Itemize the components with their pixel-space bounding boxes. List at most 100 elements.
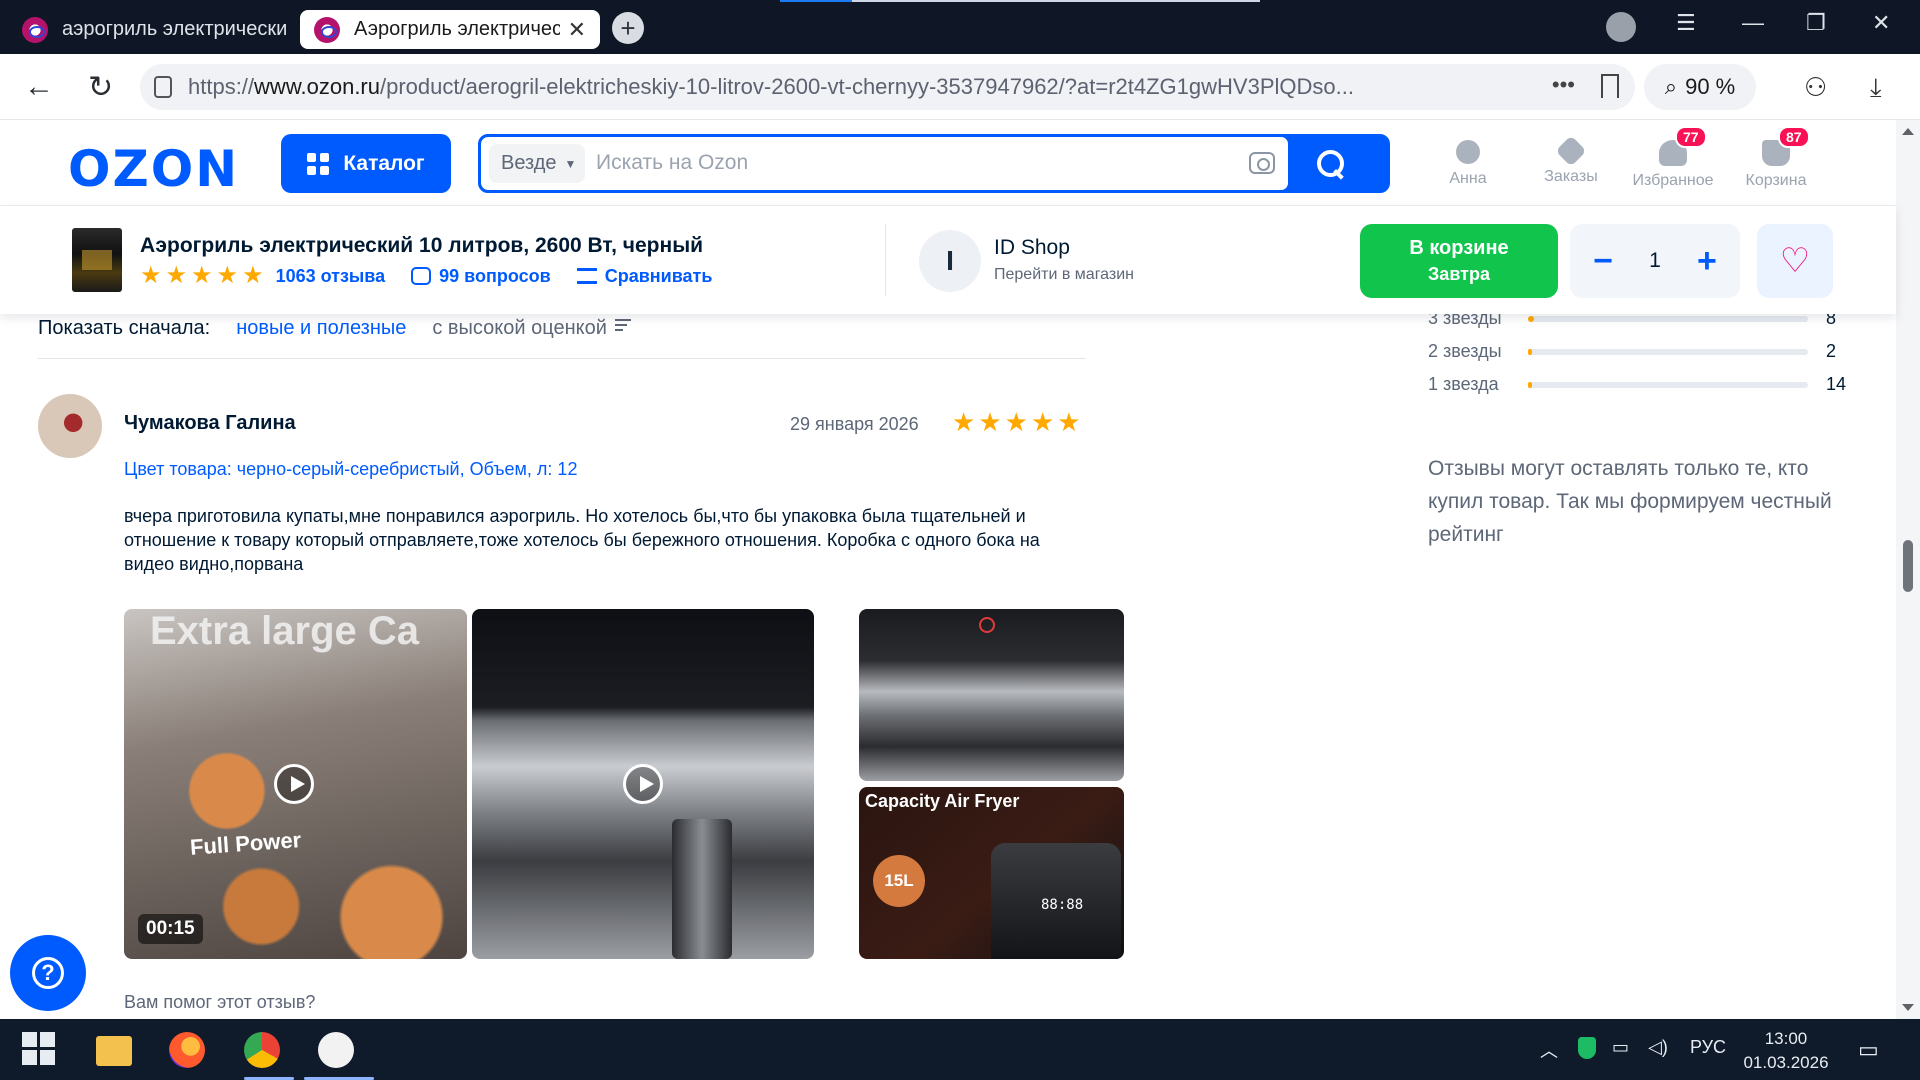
tab-label: аэрогриль электрический bbox=[62, 18, 286, 40]
search-scope-dropdown[interactable]: Везде ▼ bbox=[489, 144, 585, 183]
close-window-icon[interactable]: ✕ bbox=[1872, 10, 1890, 36]
quantity-stepper: − 1 + bbox=[1570, 224, 1740, 298]
clock[interactable]: 13:00 01.03.2026 bbox=[1738, 1027, 1834, 1075]
url-text: https://www.ozon.ru/product/aerogril-ele… bbox=[188, 74, 1354, 99]
catalog-button[interactable]: Каталог bbox=[281, 134, 451, 193]
review-variant[interactable]: Цвет товара: черно-серый-серебристый, Об… bbox=[124, 459, 577, 480]
language-indicator[interactable]: РУС bbox=[1690, 1037, 1726, 1058]
yandex-browser-icon[interactable] bbox=[318, 1032, 354, 1068]
sticky-product-bar: Аэрогриль электрический 10 литров, 2600 … bbox=[0, 206, 1896, 314]
tab-product[interactable]: Аэрогриль электричес ✕ bbox=[300, 10, 600, 49]
review-author: Чумакова Галина bbox=[124, 412, 296, 434]
increase-button[interactable]: + bbox=[1687, 242, 1727, 281]
search-placeholder: Искать на Ozon bbox=[596, 151, 749, 174]
header-favorites[interactable]: 77 Избранное bbox=[1618, 126, 1728, 190]
extensions-icon[interactable]: ⚇ bbox=[1804, 72, 1827, 103]
helpful-question: Вам помог этот отзыв? bbox=[124, 992, 316, 1012]
address-bar: ← ↻ https://www.ozon.ru/product/aerogril… bbox=[0, 54, 1920, 120]
network-icon[interactable]: ▭ bbox=[1612, 1037, 1629, 1058]
more-icon[interactable]: ••• bbox=[1552, 72, 1575, 98]
review-video-1[interactable]: Extra large Ca Full Power 00:15 bbox=[124, 609, 467, 959]
scroll-up-icon[interactable] bbox=[1902, 128, 1914, 135]
menu-icon[interactable]: ☰ bbox=[1676, 10, 1696, 36]
quantity-value: 1 bbox=[1649, 249, 1661, 272]
star-icon: ★ bbox=[216, 262, 239, 289]
review-photo-2[interactable]: Capacity Air Fryer 15L 88:88 bbox=[859, 787, 1124, 959]
star-icon: ★ bbox=[242, 262, 264, 289]
taskbar: ︿ ▭ ◁) РУС 13:00 01.03.2026 ▭ bbox=[0, 1019, 1920, 1080]
media-detail bbox=[672, 819, 732, 959]
browser-tab-strip: аэрогриль электрический Аэрогриль электр… bbox=[0, 0, 1920, 54]
review-text: вчера приготовила купаты,мне понравился … bbox=[124, 506, 1040, 574]
sort-new-useful[interactable]: новые и полезные bbox=[236, 317, 406, 340]
header-cart[interactable]: 87 Корзина bbox=[1721, 126, 1831, 190]
star-icon: ★ bbox=[1004, 407, 1028, 437]
in-cart-button[interactable]: В корзине Завтра bbox=[1360, 224, 1558, 298]
header-orders[interactable]: Заказы bbox=[1516, 135, 1626, 186]
review-video-2[interactable] bbox=[472, 609, 814, 959]
play-icon[interactable] bbox=[623, 764, 663, 804]
tab-label: Аэрогриль электричес bbox=[354, 18, 560, 40]
favorite-button[interactable]: ♡ bbox=[1757, 224, 1833, 298]
bookmark-icon[interactable] bbox=[1601, 74, 1619, 98]
review-date: 29 января 2026 bbox=[790, 414, 919, 434]
camera-search-icon[interactable] bbox=[1249, 152, 1275, 174]
sort-high-rating[interactable]: с высокой оценкой bbox=[432, 316, 631, 340]
url-field[interactable]: https://www.ozon.ru/product/aerogril-ele… bbox=[140, 64, 1635, 110]
minimize-icon[interactable]: — bbox=[1742, 10, 1764, 36]
review-photo-1[interactable] bbox=[859, 609, 1124, 781]
ozon-favicon-icon bbox=[22, 16, 48, 43]
compare-link[interactable]: Сравнивать bbox=[605, 266, 713, 287]
product-title: Аэрогриль электрический 10 литров, 2600 … bbox=[140, 234, 704, 257]
site-info-icon[interactable] bbox=[154, 76, 172, 98]
reviews-link[interactable]: 1063 отзыва bbox=[276, 266, 386, 287]
scroll-down-icon[interactable] bbox=[1902, 1004, 1914, 1011]
profile-avatar[interactable] bbox=[1606, 12, 1636, 42]
windows-start-icon[interactable] bbox=[22, 1032, 58, 1068]
chrome-icon[interactable] bbox=[244, 1032, 280, 1068]
reload-icon[interactable]: ↻ bbox=[88, 70, 113, 105]
star-icon: ★ bbox=[191, 262, 213, 289]
download-icon[interactable]: ⤓ bbox=[1870, 72, 1882, 104]
site-header: OZON Каталог Везде ▼ Искать на Ozon Анна … bbox=[0, 120, 1896, 206]
scrollbar[interactable] bbox=[1896, 120, 1920, 1019]
questions-link[interactable]: 99 вопросов bbox=[439, 266, 551, 287]
header-user[interactable]: Анна bbox=[1413, 140, 1523, 188]
shop-name[interactable]: ID Shop bbox=[994, 236, 1070, 260]
decrease-button[interactable]: − bbox=[1583, 242, 1623, 281]
video-duration: 00:15 bbox=[138, 914, 203, 944]
rating-row[interactable]: 1 звезда 14 bbox=[1428, 374, 1846, 395]
tab-search[interactable]: аэрогриль электрический bbox=[8, 10, 300, 49]
zoom-button[interactable]: ⌕ 90 % bbox=[1644, 64, 1756, 110]
compare-icon bbox=[576, 268, 597, 284]
file-explorer-icon[interactable] bbox=[96, 1036, 132, 1066]
scroll-thumb[interactable] bbox=[1903, 540, 1913, 592]
security-shield-icon[interactable] bbox=[1578, 1037, 1596, 1059]
loading-progress bbox=[780, 0, 1260, 2]
product-thumbnail[interactable] bbox=[72, 228, 122, 292]
firefox-icon[interactable] bbox=[169, 1032, 205, 1068]
divider bbox=[38, 358, 1086, 359]
rating-row[interactable]: 2 звезды 2 bbox=[1428, 341, 1836, 362]
help-button[interactable]: ? bbox=[10, 935, 86, 1011]
rating-bar bbox=[1528, 381, 1808, 388]
rating-bar bbox=[1528, 315, 1808, 322]
search-input[interactable]: Везде ▼ Искать на Ozon bbox=[481, 137, 1288, 190]
media-text: Full Power bbox=[189, 827, 302, 860]
search-icon[interactable] bbox=[1317, 150, 1347, 180]
volume-icon[interactable]: ◁) bbox=[1648, 1037, 1668, 1058]
heart-icon: 77 bbox=[1659, 126, 1707, 166]
avatar[interactable] bbox=[38, 394, 102, 458]
restore-icon[interactable]: ❐ bbox=[1806, 10, 1826, 36]
new-tab-button[interactable]: + bbox=[612, 12, 644, 44]
shop-avatar[interactable]: I bbox=[919, 230, 981, 292]
close-tab-icon[interactable]: ✕ bbox=[568, 17, 586, 43]
rating-row[interactable]: 3 звезды 8 bbox=[1428, 314, 1836, 329]
notifications-icon[interactable]: ▭ bbox=[1858, 1037, 1879, 1063]
shop-link[interactable]: Перейти в магазин bbox=[994, 266, 1134, 284]
ozon-logo[interactable]: OZON bbox=[68, 140, 239, 198]
back-icon[interactable]: ← bbox=[24, 70, 54, 104]
grid-icon bbox=[307, 152, 330, 175]
play-icon[interactable] bbox=[274, 764, 314, 804]
tray-chevron-icon[interactable]: ︿ bbox=[1540, 1037, 1558, 1063]
